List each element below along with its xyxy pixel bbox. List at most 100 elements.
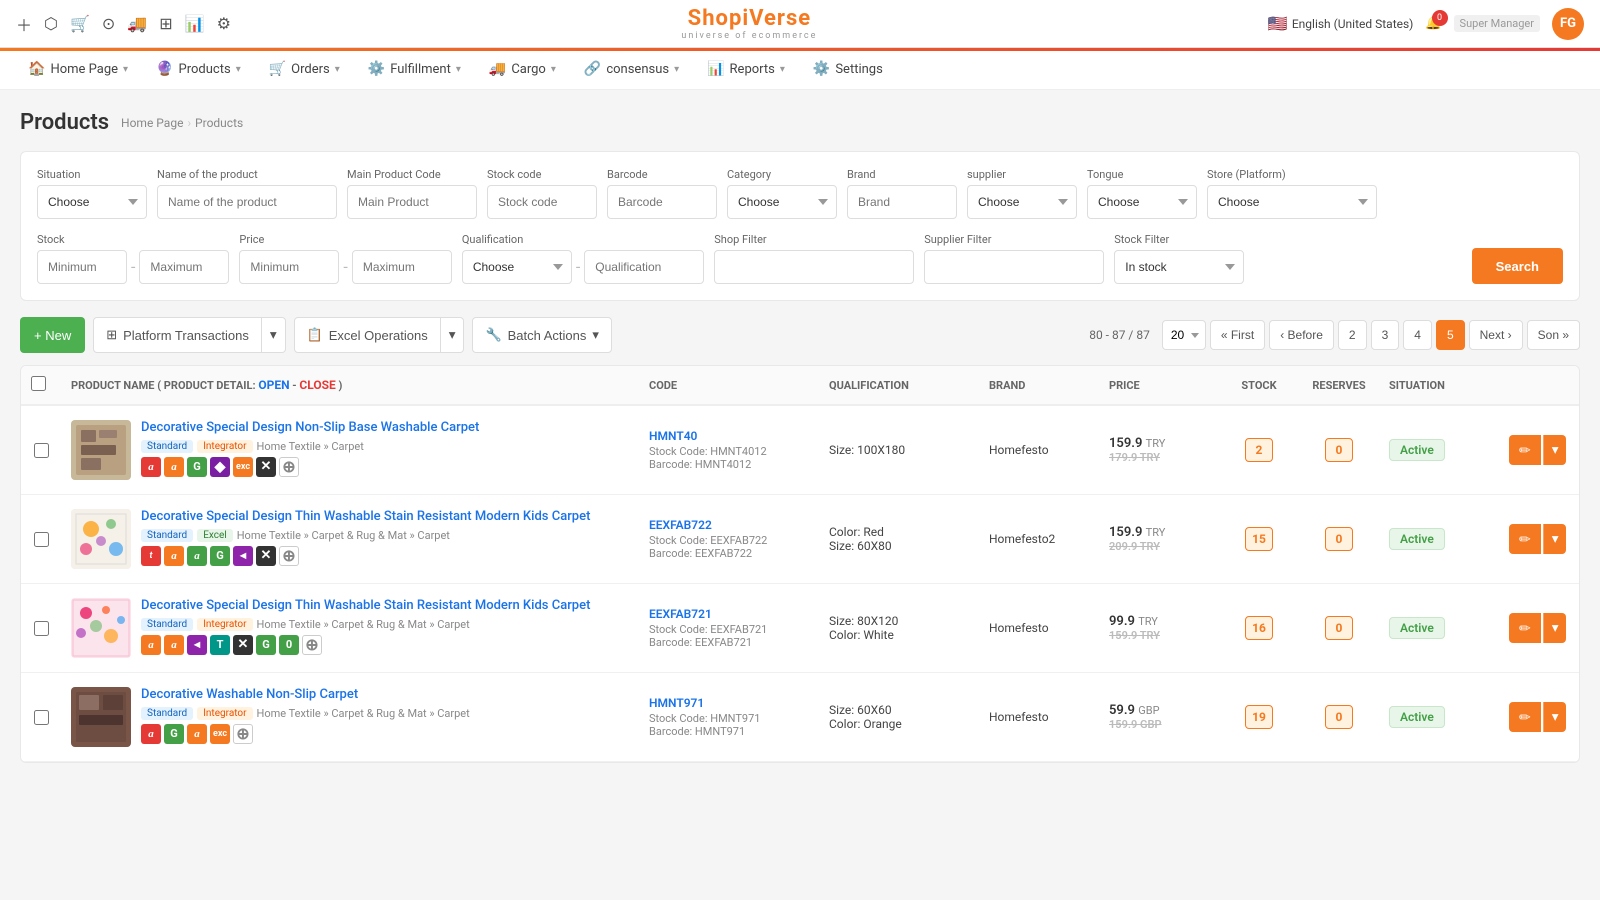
qualification-value-input[interactable]: [584, 250, 704, 284]
pi-a-red[interactable]: a: [141, 457, 161, 477]
nav-consensus[interactable]: 🔗 consensus ▾: [572, 51, 691, 89]
qualification-select[interactable]: Choose: [462, 250, 572, 284]
row4-checkbox[interactable]: [34, 710, 49, 725]
page-4-button[interactable]: 4: [1403, 320, 1432, 350]
pi-g-green2[interactable]: G: [210, 546, 230, 566]
pi-x-dark2[interactable]: ✕: [256, 546, 276, 566]
search-button[interactable]: Search: [1472, 248, 1563, 284]
language-selector[interactable]: 🇺🇸 English (United States): [1268, 14, 1413, 33]
pi-plus[interactable]: ⊕: [279, 457, 299, 477]
category-select[interactable]: Choose: [727, 185, 837, 219]
chart-icon[interactable]: 📊: [185, 14, 205, 33]
row1-checkbox[interactable]: [34, 443, 49, 458]
nav-reports[interactable]: 📊 Reports ▾: [695, 51, 797, 89]
open-detail-link[interactable]: Open: [258, 378, 289, 392]
price-min-input[interactable]: [239, 250, 339, 284]
avatar[interactable]: FG: [1552, 8, 1584, 40]
pi-x-dark3[interactable]: ✕: [233, 635, 253, 655]
page-size-select[interactable]: 20: [1162, 320, 1206, 350]
supplier-select[interactable]: Choose: [967, 185, 1077, 219]
stock-max-input[interactable]: [139, 250, 229, 284]
truck-icon[interactable]: 🚚: [127, 14, 147, 33]
nav-orders[interactable]: 🛒 Orders ▾: [257, 51, 352, 89]
nav-home[interactable]: 🏠 Home Page ▾: [16, 51, 140, 89]
row4-product-name[interactable]: Decorative Washable Non-Slip Carpet: [141, 687, 629, 704]
pi-diamond[interactable]: ◆: [210, 457, 230, 477]
nav-settings[interactable]: ⚙️ Settings: [801, 51, 895, 89]
row1-action-dropdown[interactable]: ▾: [1543, 435, 1567, 465]
prev-page-button[interactable]: ‹ Before: [1269, 320, 1334, 350]
cube-icon[interactable]: ⬡: [44, 14, 58, 33]
nav-fulfillment[interactable]: ⚙️ Fulfillment ▾: [356, 51, 473, 89]
pi-e-orange[interactable]: exc: [233, 457, 253, 477]
nav-products[interactable]: 🔮 Products ▾: [144, 51, 253, 89]
pi-a-or4[interactable]: a: [164, 635, 184, 655]
pi-a-or5[interactable]: a: [187, 724, 207, 744]
pi-t-teal[interactable]: T: [210, 635, 230, 655]
excel-operations-dropdown[interactable]: ▾: [441, 317, 465, 353]
pi-a-orange2[interactable]: a: [164, 546, 184, 566]
pi-a-orange[interactable]: a: [164, 457, 184, 477]
brand-input[interactable]: [847, 185, 957, 219]
pi-a-red4[interactable]: a: [141, 724, 161, 744]
stock-code-input[interactable]: [487, 185, 597, 219]
pi-a-or3[interactable]: a: [141, 635, 161, 655]
stock-filter-select[interactable]: In stock: [1114, 250, 1244, 284]
pi-arrow-purple[interactable]: ◄: [233, 546, 253, 566]
row2-edit-button[interactable]: ✏: [1509, 524, 1541, 554]
page-2-button[interactable]: 2: [1338, 320, 1367, 350]
breadcrumb-home[interactable]: Home Page: [121, 116, 183, 130]
page-5-button[interactable]: 5: [1436, 320, 1465, 350]
pi-plus4[interactable]: ⊕: [233, 724, 253, 744]
supplier-filter-input[interactable]: [924, 250, 1104, 284]
first-page-button[interactable]: « First: [1210, 320, 1265, 350]
settings-icon[interactable]: ⚙: [217, 14, 231, 33]
product-name-input[interactable]: [157, 185, 337, 219]
store-select[interactable]: Choose: [1207, 185, 1377, 219]
pi-e-or4[interactable]: exc: [210, 724, 230, 744]
row4-edit-button[interactable]: ✏: [1509, 702, 1541, 732]
page-3-button[interactable]: 3: [1371, 320, 1400, 350]
main-product-code-input[interactable]: [347, 185, 477, 219]
row1-product-name[interactable]: Decorative Special Design Non-Slip Base …: [141, 420, 629, 437]
situation-select[interactable]: Choose: [37, 185, 147, 219]
platform-transactions-dropdown[interactable]: ▾: [262, 317, 286, 353]
row3-checkbox[interactable]: [34, 621, 49, 636]
pi-t-red[interactable]: t: [141, 546, 161, 566]
tongue-select[interactable]: Choose: [1087, 185, 1197, 219]
notifications-button[interactable]: 🔔 0: [1425, 16, 1441, 31]
row3-product-name[interactable]: Decorative Special Design Thin Washable …: [141, 598, 629, 615]
stock-min-input[interactable]: [37, 250, 127, 284]
row2-action-dropdown[interactable]: ▾: [1543, 524, 1567, 554]
add-icon[interactable]: ＋: [16, 12, 32, 36]
pi-x-dark[interactable]: ✕: [256, 457, 276, 477]
pi-plus2[interactable]: ⊕: [279, 546, 299, 566]
pi-g-gr4[interactable]: G: [164, 724, 184, 744]
close-detail-link[interactable]: Close: [299, 378, 335, 392]
nav-cargo[interactable]: 🚚 Cargo ▾: [477, 51, 568, 89]
row4-action-dropdown[interactable]: ▾: [1543, 702, 1567, 732]
new-button[interactable]: + New: [20, 317, 85, 353]
pi-arrow-pur3[interactable]: ◄: [187, 635, 207, 655]
platform-transactions-button[interactable]: ⊞ Platform Transactions: [93, 317, 262, 353]
pi-a-green[interactable]: a: [187, 546, 207, 566]
pi-plus3[interactable]: ⊕: [302, 635, 322, 655]
barcode-input[interactable]: [607, 185, 717, 219]
pi-g-green[interactable]: G: [187, 457, 207, 477]
batch-actions-button[interactable]: 🔧 Batch Actions ▾: [472, 317, 612, 353]
pi-g-gr3[interactable]: G: [256, 635, 276, 655]
row3-action-dropdown[interactable]: ▾: [1543, 613, 1567, 643]
pi-0-gr[interactable]: 0: [279, 635, 299, 655]
last-page-button[interactable]: Son »: [1527, 320, 1580, 350]
price-max-input[interactable]: [352, 250, 452, 284]
shop-filter-input[interactable]: [714, 250, 914, 284]
grid-icon[interactable]: ⊞: [159, 14, 172, 33]
row2-checkbox[interactable]: [34, 532, 49, 547]
row2-product-name[interactable]: Decorative Special Design Thin Washable …: [141, 509, 629, 526]
target-icon[interactable]: ⊙: [102, 14, 115, 33]
row3-edit-button[interactable]: ✏: [1509, 613, 1541, 643]
excel-operations-button[interactable]: 📋 Excel Operations: [294, 317, 441, 353]
select-all-checkbox[interactable]: [31, 376, 46, 391]
next-page-button[interactable]: Next ›: [1469, 320, 1523, 350]
row1-edit-button[interactable]: ✏: [1509, 435, 1541, 465]
